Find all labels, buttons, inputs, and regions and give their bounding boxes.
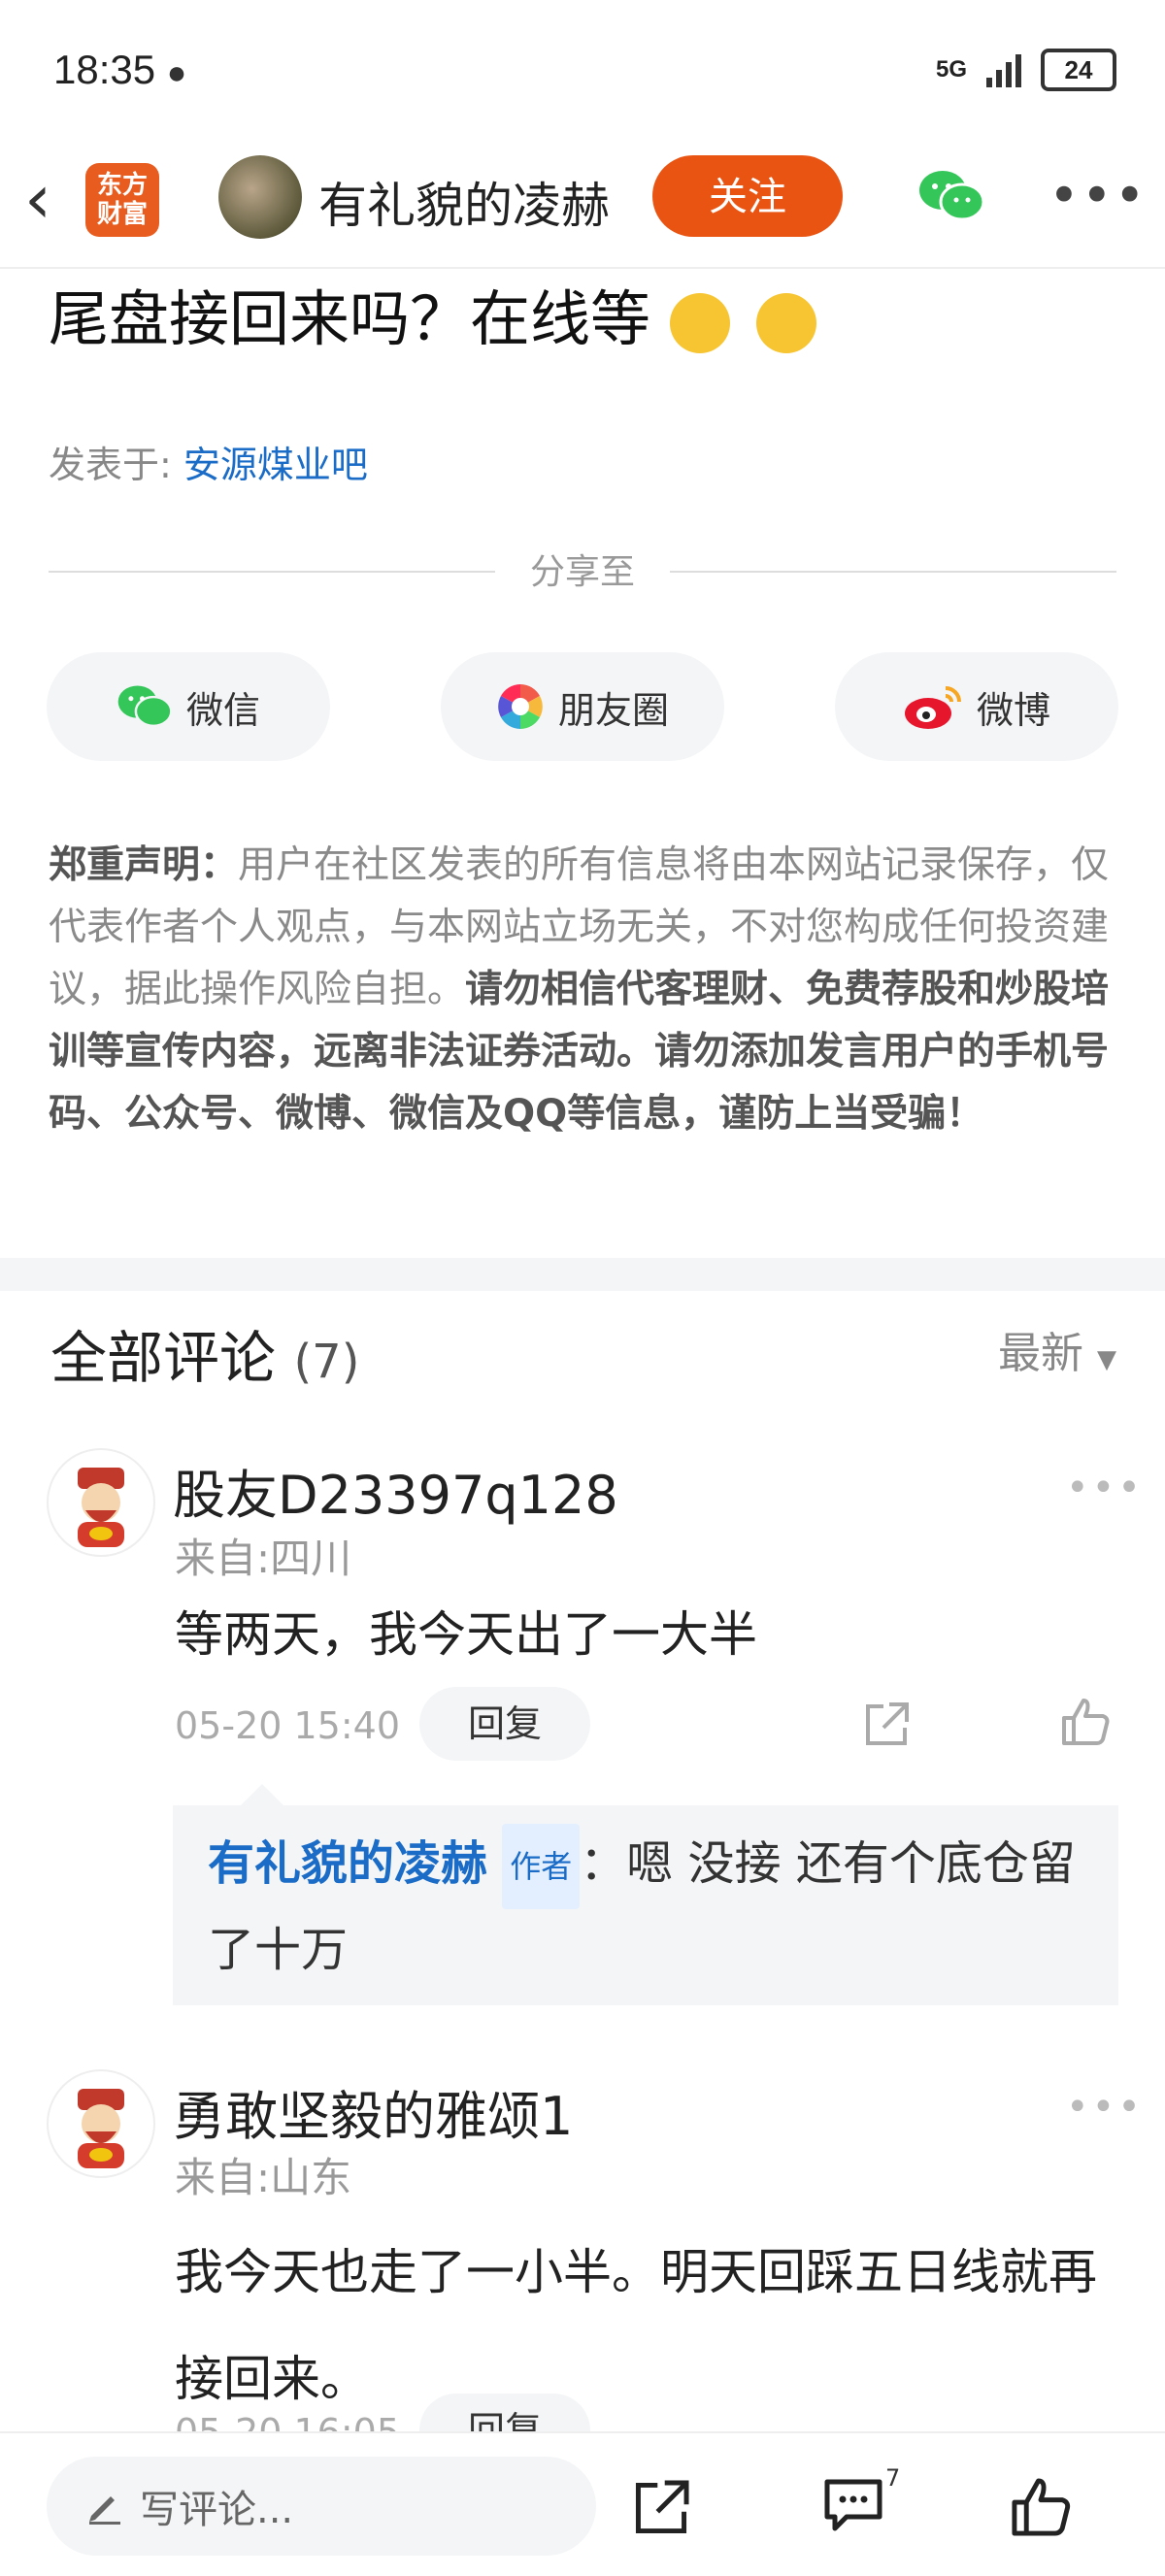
avatar[interactable] <box>47 2069 155 2178</box>
comments-heading: 全部评论 (7) <box>50 1312 359 1394</box>
comments-button[interactable] <box>821 2472 885 2540</box>
share-label: 分享至 <box>529 552 635 592</box>
author-name[interactable]: 有礼貌的凌赫 <box>318 167 610 237</box>
disclaimer: 郑重声明：用户在社区发表的所有信息将由本网站记录保存，仅代表作者个人观点，与本网… <box>49 835 1116 1145</box>
reply-button[interactable]: 回复 <box>419 1687 590 1761</box>
top-nav: ‹ 东方 财富 有礼貌的凌赫 关注 ••• <box>0 146 1165 269</box>
like-icon[interactable] <box>1060 1697 1111 1747</box>
network-label: 5G <box>935 56 967 83</box>
reply-box-arrow <box>241 1784 283 1805</box>
posted-in: 发表于: 安源煤业吧 <box>49 435 368 488</box>
reply-content: 有礼貌的凌赫 作者 ：嗯 没接 还有个底仓留了十万 <box>208 1823 1091 1991</box>
sort-dropdown[interactable]: 最新 ▼ <box>998 1318 1116 1380</box>
grinning-emoji-icon <box>756 292 817 353</box>
share-icon[interactable] <box>631 2478 691 2538</box>
comment-count-badge: 7 <box>885 2464 901 2492</box>
logo-line2: 财富 <box>96 200 148 229</box>
wechat-icon <box>117 685 173 728</box>
reply-author[interactable]: 有礼貌的凌赫 <box>208 1836 487 1891</box>
battery-icon: 24 <box>1041 49 1116 91</box>
comment-username[interactable]: 勇敢坚毅的雅颂1 <box>173 2073 573 2150</box>
post-title-text: 尾盘接回来吗？在线等 <box>49 283 651 354</box>
logo-line1: 东方 <box>96 171 148 200</box>
fortune-god-avatar-icon <box>78 2089 124 2168</box>
sort-label: 最新 <box>998 1329 1083 1378</box>
divider-line-right <box>670 571 1116 573</box>
pencil-icon <box>89 2496 120 2525</box>
wechat-notification-icon: ● <box>166 54 187 91</box>
share-icon[interactable] <box>862 1701 911 1749</box>
fortune-god-avatar-icon <box>78 1468 124 1547</box>
follow-button[interactable]: 关注 <box>652 155 843 237</box>
write-comment-input[interactable]: 写评论... <box>47 2457 596 2556</box>
status-indicators: 5G 24 <box>936 49 1116 91</box>
caret-down-icon: ▼ <box>1097 1345 1116 1374</box>
share-moments-label: 朋友圈 <box>557 688 669 732</box>
comment-time: 05-20 15:40 <box>175 1704 401 1747</box>
author-avatar[interactable] <box>218 155 302 239</box>
eastmoney-logo: 东方 财富 <box>85 163 159 237</box>
moments-icon <box>498 684 543 729</box>
laughing-tears-emoji-icon <box>669 292 730 353</box>
wechat-share-icon[interactable] <box>917 167 985 225</box>
reply-box: 有礼貌的凌赫 作者 ：嗯 没接 还有个底仓留了十万 <box>173 1805 1118 2005</box>
author-tag: 作者 <box>502 1824 581 1909</box>
disclaimer-label: 郑重声明： <box>49 843 239 887</box>
share-divider: 分享至 <box>49 544 1116 598</box>
share-weibo-button[interactable]: 微博 <box>835 652 1118 761</box>
section-separator <box>0 1258 1165 1291</box>
back-icon[interactable]: ‹ <box>24 165 51 233</box>
bottom-bar: 写评论... 7 <box>0 2431 1165 2576</box>
more-icon[interactable]: ••• <box>1048 165 1148 226</box>
comments-count: (7) <box>293 1335 360 1389</box>
share-weibo-label: 微博 <box>976 688 1050 732</box>
comment-location: 来自:山东 <box>175 2154 352 2201</box>
bar-link[interactable]: 安源煤业吧 <box>183 444 368 486</box>
like-icon[interactable] <box>1010 2476 1072 2538</box>
comment-bubble-icon <box>824 2479 882 2531</box>
write-comment-placeholder: 写评论... <box>140 2488 294 2532</box>
comment-location: 来自:四川 <box>175 1535 352 1582</box>
comments-title: 全部评论 <box>50 1325 277 1391</box>
share-moments-button[interactable]: 朋友圈 <box>441 652 724 761</box>
comment-username[interactable]: 股友D23397q128 <box>173 1452 618 1529</box>
signal-icon <box>986 54 1021 87</box>
comment-text: 等两天，我今天出了一大半 <box>175 1606 757 1663</box>
comment-more-icon[interactable]: ••• <box>1066 1466 1144 1510</box>
weibo-icon <box>904 686 961 729</box>
posted-in-label: 发表于: <box>49 444 183 486</box>
comment-text: 我今天也走了一小半。明天回踩五日线就再接回来。 <box>175 2244 1097 2407</box>
status-time: 18:35 ● <box>53 47 187 92</box>
comment-more-icon[interactable]: ••• <box>1066 2085 1144 2130</box>
post-title: 尾盘接回来吗？在线等 <box>49 270 817 357</box>
avatar[interactable] <box>47 1448 155 1557</box>
share-wechat-button[interactable]: 微信 <box>47 652 330 761</box>
share-wechat-label: 微信 <box>185 688 260 732</box>
